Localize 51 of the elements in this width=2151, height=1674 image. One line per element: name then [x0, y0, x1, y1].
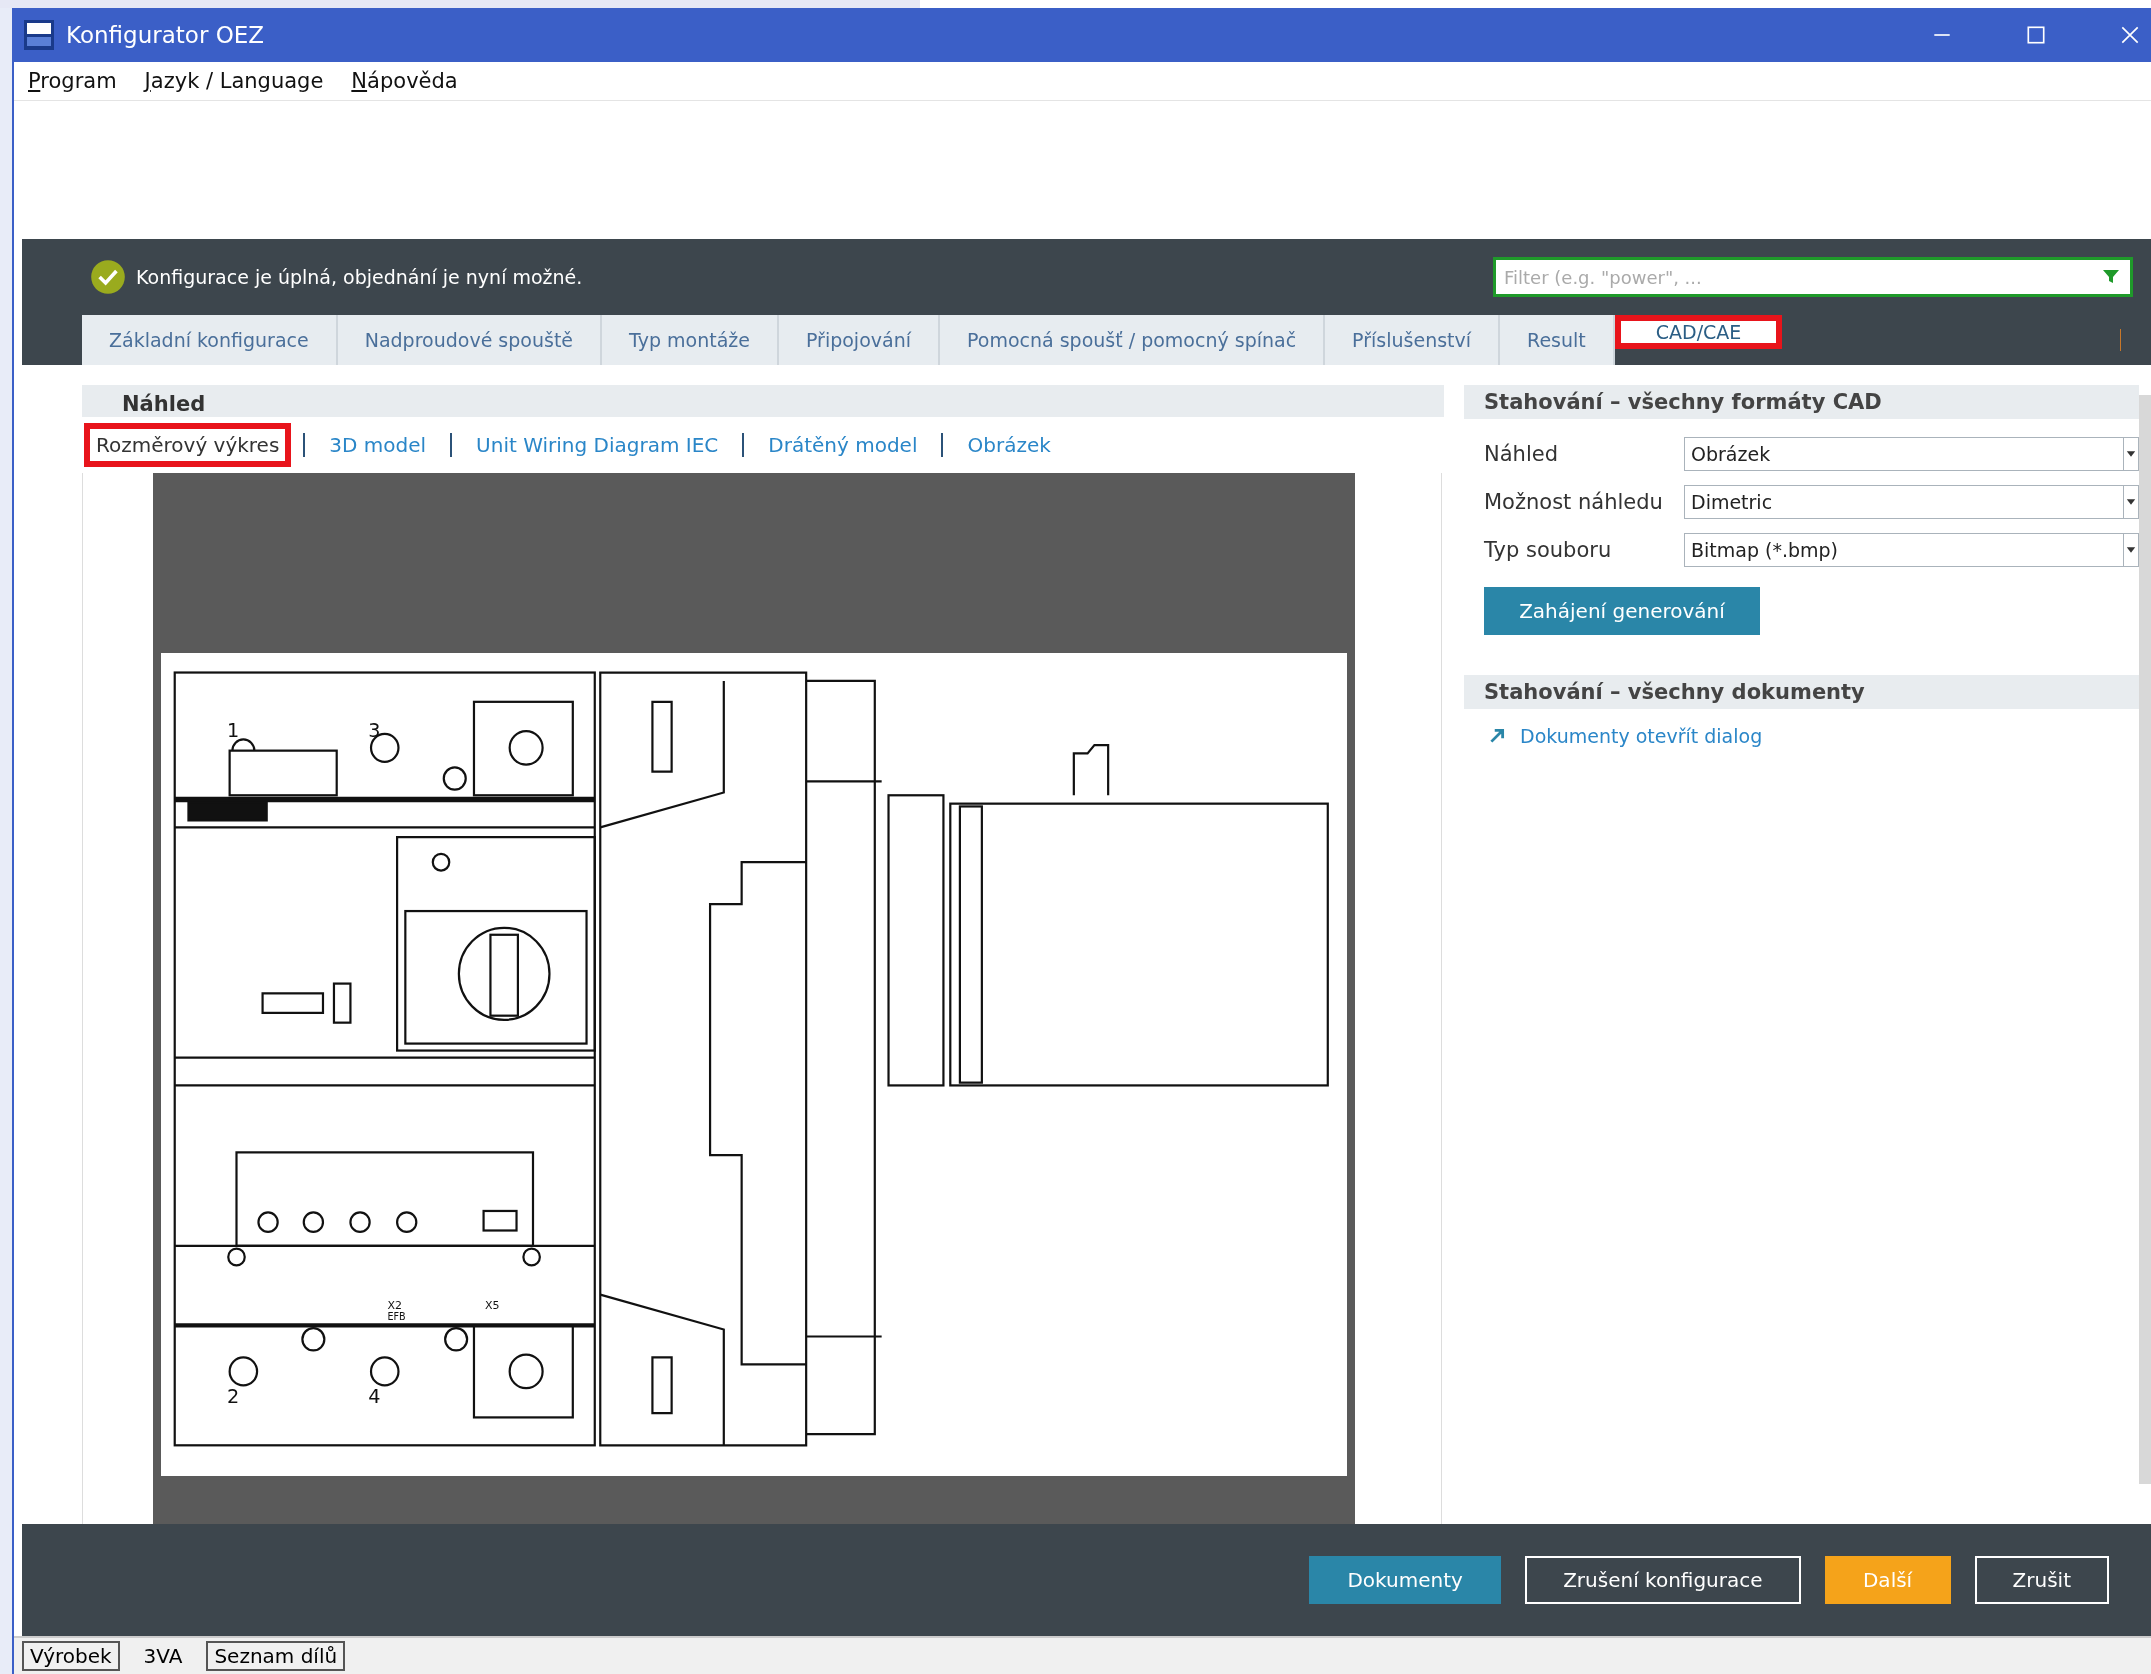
- view-link[interactable]: Obrázek: [957, 425, 1061, 465]
- view-link[interactable]: Drátěný model: [758, 425, 928, 465]
- menu-item[interactable]: Nápověda: [351, 69, 458, 93]
- tab[interactable]: Příslušenství: [1325, 315, 1501, 365]
- scrollbar[interactable]: [2139, 395, 2151, 1484]
- terminal-label: 1: [226, 718, 240, 742]
- tab[interactable]: Základní konfigurace: [82, 315, 338, 365]
- caret-icon: [2123, 534, 2138, 566]
- field-label: Možnost náhledu: [1484, 490, 1664, 514]
- terminal-label: 3: [368, 718, 381, 742]
- terminal-label: 2: [226, 1385, 240, 1409]
- terminal-label: X2: [387, 1298, 402, 1312]
- arrow-icon: [1488, 727, 1506, 745]
- view-link[interactable]: Unit Wiring Diagram IEC: [466, 425, 729, 465]
- field-label: Náhled: [1484, 442, 1559, 466]
- caret-icon: [2123, 438, 2138, 470]
- generate-button[interactable]: Zahájení generování: [1484, 587, 1760, 635]
- footer-button[interactable]: Zrušení konfigurace: [1525, 1556, 1801, 1604]
- documents-link[interactable]: Dokumenty otevřít dialog: [1520, 725, 1763, 747]
- filter-field[interactable]: Filter (e.g. "power", ...: [1493, 257, 2133, 297]
- tab[interactable]: Připojování: [778, 315, 940, 365]
- terminal-label: 4: [368, 1385, 381, 1409]
- app-logo-icon: [24, 20, 54, 50]
- status-tab[interactable]: Seznam dílů: [206, 1641, 346, 1671]
- close-icon[interactable]: [2119, 24, 2141, 46]
- status-message: Konfigurace je úplná, objednání je nyní možné.: [136, 266, 583, 288]
- tab[interactable]: Nadproudové spouště: [337, 315, 603, 365]
- status-text: 3VA: [142, 1644, 184, 1668]
- tab[interactable]: Typ montáže: [602, 315, 779, 365]
- footer-button[interactable]: Dokumenty: [1309, 1556, 1502, 1604]
- tab[interactable]: Result: [1500, 315, 1615, 365]
- terminal-label: X5: [484, 1298, 500, 1312]
- tab[interactable]: Pomocná spoušť / pomocný spínač: [940, 315, 1326, 365]
- status-tab[interactable]: Výrobek: [22, 1641, 120, 1671]
- window-title: Konfigurator OEZ: [66, 22, 265, 48]
- dropdown[interactable]: Dimetric: [1684, 485, 2139, 519]
- dropdown[interactable]: Obrázek: [1684, 437, 2139, 471]
- menu-item[interactable]: Program: [28, 69, 117, 93]
- footer-button[interactable]: Zrušit: [1974, 1556, 2109, 1604]
- section-title: Stahování – všechny formáty CAD: [1484, 390, 1882, 414]
- dropdown[interactable]: Bitmap (*.bmp): [1684, 533, 2139, 567]
- field-label: Typ souboru: [1484, 538, 1613, 562]
- caret-icon: [2123, 486, 2138, 518]
- view-link[interactable]: 3D model: [319, 425, 437, 465]
- maximize-icon[interactable]: [2025, 24, 2047, 46]
- section-title: Náhled: [122, 391, 206, 417]
- tab[interactable]: CAD/CAE: [1614, 315, 1783, 349]
- section-title: Stahování – všechny dokumenty: [1484, 680, 1865, 704]
- view-link[interactable]: Rozměrový výkres: [86, 425, 290, 465]
- menu-item[interactable]: Jazyk / Language: [144, 69, 324, 93]
- terminal-label: EFB: [387, 1310, 406, 1322]
